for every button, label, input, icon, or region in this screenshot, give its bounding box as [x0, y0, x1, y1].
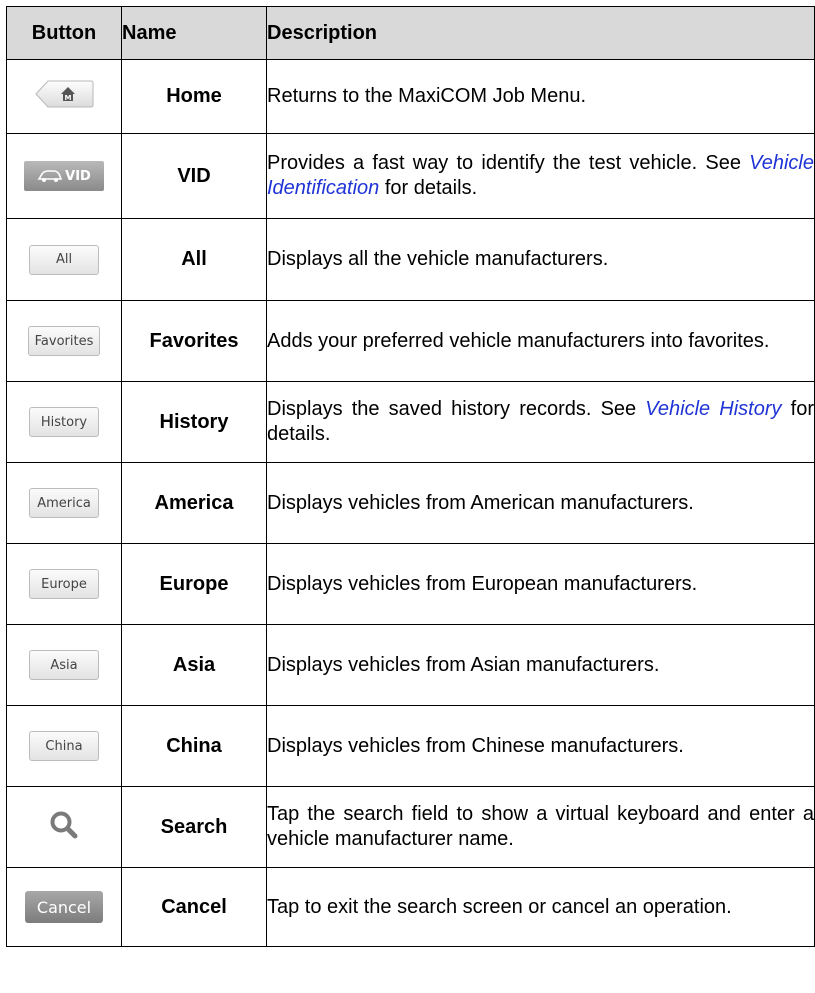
row-description: Adds your preferred vehicle manufacturer… — [266, 300, 815, 382]
row-name: Home — [121, 59, 267, 134]
cancel-button-icon: Cancel — [25, 891, 103, 923]
header-name: Name — [121, 6, 267, 60]
table-header-row: Button Name Description — [6, 6, 815, 60]
table-row: Cancel Cancel Tap to exit the search scr… — [6, 867, 815, 947]
row-description: Provides a fast way to identify the test… — [266, 133, 815, 219]
vehicle-history-link[interactable]: Vehicle History — [645, 398, 781, 420]
china-button-icon: China — [29, 731, 99, 761]
all-button-icon: All — [29, 244, 99, 275]
row-description: Displays all the vehicle manufacturers. — [266, 218, 815, 301]
table-row: America America Displays vehicles from A… — [6, 462, 815, 544]
asia-button-icon: Asia — [29, 650, 99, 680]
table-row: Europe Europe Displays vehicles from Eur… — [6, 543, 815, 625]
header-description: Description — [266, 6, 815, 60]
row-description: Displays vehicles from American manufact… — [266, 462, 815, 544]
row-description: Tap the search field to show a virtual k… — [266, 786, 815, 868]
row-description: Displays vehicles from Asian manufacture… — [266, 624, 815, 706]
row-description: Displays the saved history records. See … — [266, 381, 815, 463]
button-reference-table: Button Name Description M Home Returns t… — [6, 6, 815, 947]
row-name: Search — [121, 786, 267, 868]
table-row: M Home Returns to the MaxiCOM Job Menu. — [6, 59, 815, 134]
table-row: Favorites Favorites Adds your preferred … — [6, 300, 815, 382]
america-button-icon: America — [29, 488, 99, 518]
row-name: China — [121, 705, 267, 787]
table-row: Asia Asia Displays vehicles from Asian m… — [6, 624, 815, 706]
history-button-icon: History — [29, 407, 99, 437]
table-row: All All Displays all the vehicle manufac… — [6, 218, 815, 301]
home-icon: M — [34, 79, 94, 109]
row-name: Asia — [121, 624, 267, 706]
europe-button-icon: Europe — [29, 569, 99, 599]
favorites-button-icon: Favorites — [27, 326, 101, 356]
row-description: Displays vehicles from Chinese manufactu… — [266, 705, 815, 787]
table-row: China China Displays vehicles from Chine… — [6, 705, 815, 787]
row-name: VID — [121, 133, 267, 219]
search-icon — [48, 811, 80, 845]
vid-icon: VID — [24, 161, 104, 191]
table-row: History History Displays the saved histo… — [6, 381, 815, 463]
row-name: Favorites — [121, 300, 267, 382]
header-button: Button — [6, 6, 122, 60]
svg-text:M: M — [65, 94, 72, 102]
row-name: History — [121, 381, 267, 463]
row-description: Tap to exit the search screen or cancel … — [266, 867, 815, 947]
table-row: VID VID Provides a fast way to identify … — [6, 133, 815, 219]
row-description: Displays vehicles from European manufact… — [266, 543, 815, 625]
row-description: Returns to the MaxiCOM Job Menu. — [266, 59, 815, 134]
row-name: America — [121, 462, 267, 544]
row-name: All — [121, 218, 267, 301]
row-name: Cancel — [121, 867, 267, 947]
table-row: Search Tap the search field to show a vi… — [6, 786, 815, 868]
row-name: Europe — [121, 543, 267, 625]
